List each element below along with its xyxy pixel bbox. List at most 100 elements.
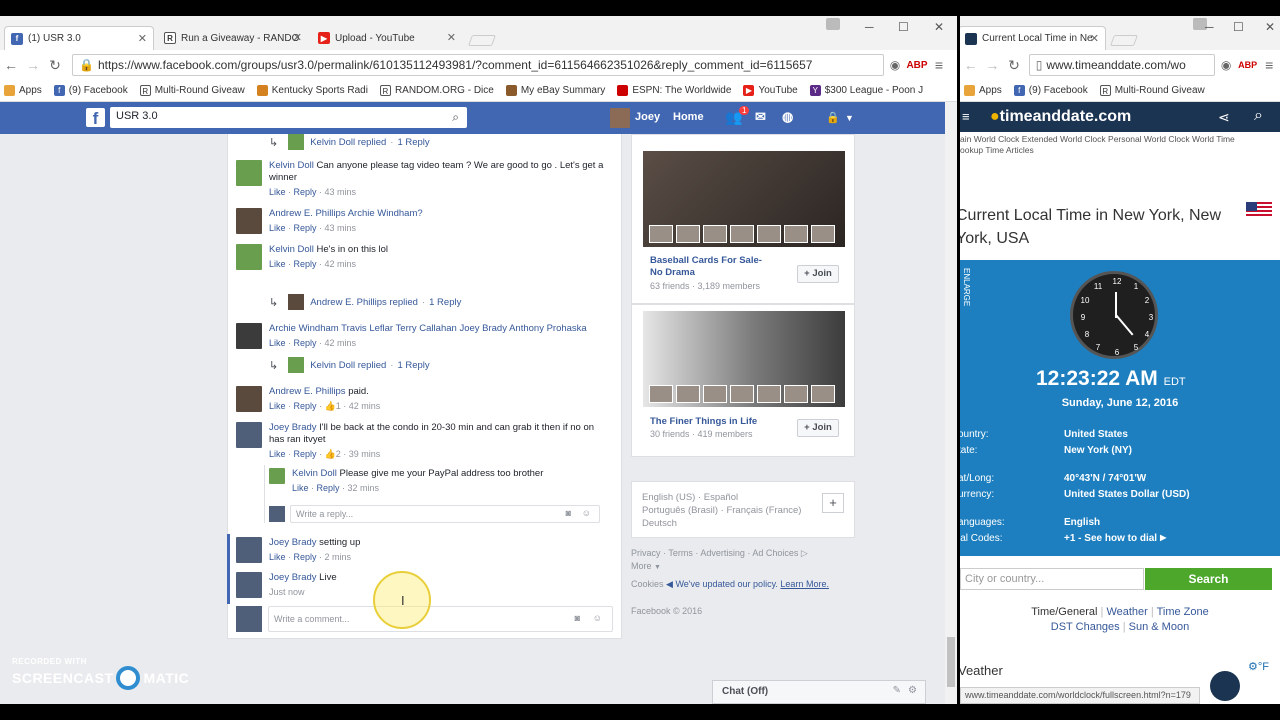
bookmark-youtube[interactable]: ▶ YouTube [743,85,798,96]
reply-link[interactable]: Reply [317,483,340,493]
group-cover-image[interactable] [643,311,845,407]
bookmark-league[interactable]: Y $300 League - Poon J [809,85,923,96]
avatar[interactable] [236,537,262,563]
nav-sun-moon[interactable]: Sun & Moon [1129,621,1190,633]
menu-icon[interactable]: ≡ [1258,57,1280,73]
reply-indicator[interactable]: ↳ Kelvin Doll replied · 1 Reply [269,134,430,150]
comment-author[interactable]: Archie Windham [269,323,339,334]
comment-author[interactable]: Andrew E. Phillips [269,208,346,219]
chevron-down-icon[interactable]: ▼ [845,113,854,123]
reply-link[interactable]: Reply [294,223,317,233]
chat-bar[interactable]: Chat (Off) ✎ ⚙ [712,680,926,704]
comment-author[interactable]: Andrew E. Phillips [269,386,346,397]
like-count[interactable]: 👍1 [325,401,341,411]
profile-link[interactable]: Joey [635,111,660,123]
address-bar[interactable]: ▯ www.timeanddate.com/wo [1028,54,1216,76]
nav-time-zone[interactable]: Time Zone [1157,606,1209,618]
enlarge-link[interactable]: ENLARGE [962,268,971,306]
comment-author[interactable]: Kelvin Doll [269,160,314,171]
close-tab-icon[interactable]: ✕ [447,31,456,44]
tab-random[interactable]: R Run a Giveaway - RANDO ✕ [158,26,308,50]
language-links[interactable]: Português (Brasil) · Français (France) [642,504,844,517]
facebook-search-input[interactable]: USR 3.0 ⌕ [110,107,467,128]
facebook-logo-icon[interactable]: f [86,108,105,128]
timestamp[interactable]: 39 mins [349,449,381,459]
comment-author[interactable]: Joey Brady [269,572,317,583]
avatar[interactable] [236,160,262,186]
close-window-icon[interactable]: ✕ [934,20,944,34]
join-button[interactable]: + Join [797,265,839,283]
close-window-icon[interactable]: ✕ [1265,20,1275,34]
join-button[interactable]: + Join [797,419,839,437]
like-link[interactable]: Like [269,552,286,562]
footer-link[interactable]: Privacy · Terms · Advertising · Ad Choic… [631,548,798,558]
back-icon[interactable]: ← [960,57,982,73]
timestamp[interactable]: 42 mins [325,338,357,348]
camera-icon[interactable]: ◉ [1215,58,1237,72]
avatar[interactable] [236,386,262,412]
bookmark-facebook[interactable]: f (9) Facebook [53,85,128,96]
avatar[interactable] [236,422,262,448]
hamburger-menu-icon[interactable]: ≡ [962,109,970,124]
new-message-icon[interactable]: ✎ [893,685,901,696]
gear-icon[interactable]: ⚙ [908,685,917,696]
bookmark-facebook[interactable]: f (9) Facebook [1013,85,1088,96]
comment-author[interactable]: Joey Brady [269,422,317,433]
comment-author[interactable]: Kelvin Doll [269,244,314,255]
timestamp[interactable]: 43 mins [325,187,357,197]
write-reply-input[interactable]: Write a reply... ◙ ☺ [290,505,600,523]
bookmark-multi-round[interactable]: R Multi-Round Giveaw [1099,85,1205,96]
group-title[interactable]: The Finer Things in Life [650,416,757,428]
reply-link[interactable]: Reply [294,259,317,269]
timestamp[interactable]: 2 mins [325,552,352,562]
search-button[interactable]: Search [1145,568,1272,590]
timestamp[interactable]: 42 mins [325,259,357,269]
nav-weather[interactable]: Weather [1106,606,1147,618]
write-comment-input[interactable]: Write a comment... ◙ ☺ [268,606,613,632]
nav-links-row[interactable]: ookup Time Articles [960,145,1280,156]
adblock-icon[interactable]: ABP [1237,60,1259,70]
nav-time-general[interactable]: Time/General [1031,606,1097,618]
address-bar[interactable]: 🔒 https://www.facebook.com/groups/usr3.0… [72,54,884,76]
tab-youtube[interactable]: ▶ Upload - YouTube ✕ [312,26,462,50]
group-title-cont[interactable]: No Drama [650,267,695,279]
tab-timeanddate[interactable]: Current Local Time in Ne ✕ [960,26,1106,50]
like-link[interactable]: Like [269,259,286,269]
back-icon[interactable]: ← [0,57,22,73]
city-search-input[interactable]: City or country... [960,568,1144,590]
close-tab-icon[interactable]: ✕ [293,31,302,44]
language-links[interactable]: Deutsch [642,517,844,530]
forward-icon[interactable]: → [982,57,1004,73]
emoji-icon[interactable]: ☺ [582,508,591,518]
scrollbar[interactable] [945,102,957,704]
scroll-thumb[interactable] [947,637,955,687]
close-tab-icon[interactable]: ✕ [1090,32,1099,45]
search-icon[interactable]: ⌕ [452,110,459,125]
avatar[interactable] [236,323,262,349]
home-link[interactable]: Home [673,111,704,123]
timeanddate-logo[interactable]: ●timeanddate.com [990,108,1131,126]
group-cover-image[interactable] [643,151,845,247]
nav-links-row[interactable]: ain World Clock Extended World Clock Per… [960,134,1280,145]
bookmark-ebay[interactable]: My eBay Summary [505,85,605,96]
camera-icon[interactable]: ◙ [575,613,580,623]
bookmark-random-org[interactable]: R RANDOM.ORG - Dice [379,85,494,96]
reply-link[interactable]: Reply [294,401,317,411]
forward-icon[interactable]: → [22,57,44,73]
cookies-link[interactable]: Cookies [631,579,664,589]
more-link[interactable]: More [631,561,652,571]
like-link[interactable]: Like [269,223,286,233]
nav-dst-changes[interactable]: DST Changes [1051,621,1120,633]
avatar[interactable] [236,208,262,234]
policy-link[interactable]: ◀ We've updated our policy. [666,579,778,589]
close-tab-icon[interactable]: ✕ [138,32,147,45]
new-tab-button[interactable] [467,35,497,46]
maximize-icon[interactable]: ☐ [898,20,909,34]
like-link[interactable]: Like [269,338,286,348]
reply-link[interactable]: Reply [294,187,317,197]
avatar[interactable] [236,572,262,598]
new-tab-button[interactable] [1109,35,1139,46]
privacy-shortcuts-icon[interactable]: 🔒 [826,111,840,124]
globe-icon[interactable]: ◍ [782,109,793,125]
bookmark-apps[interactable]: Apps [964,85,1002,96]
